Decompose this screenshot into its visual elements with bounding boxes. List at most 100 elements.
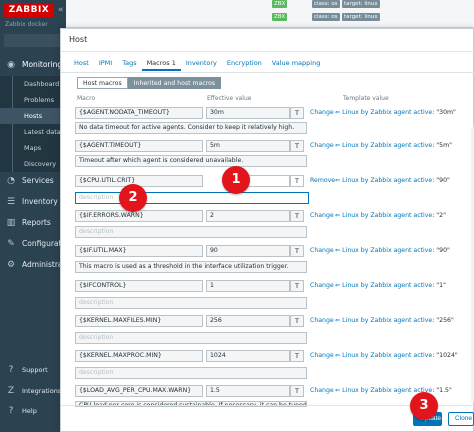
submenu-problems[interactable]: Problems: [0, 92, 66, 108]
config-icon: ✎: [7, 239, 15, 249]
macro-description-field[interactable]: description: [75, 332, 307, 344]
column-header-macro: Macro: [77, 95, 96, 102]
macro-value-field[interactable]: 30m: [206, 107, 290, 119]
template-value: ⇐ Linux by Zabbix agent active: "2": [335, 212, 446, 219]
macro-type-button[interactable]: T: [290, 280, 304, 292]
column-header-template-value: Template value: [343, 95, 389, 102]
macro-name-field[interactable]: {$AGENT.NODATA_TIMEOUT}: [75, 107, 203, 119]
menu-help[interactable]: ? Help: [0, 404, 66, 418]
macro-value-field[interactable]: 5m: [206, 140, 290, 152]
app-root: ZABBIX « Zabbix docker ◉ Monitoring Dash…: [0, 0, 474, 432]
submenu-discovery[interactable]: Discovery: [0, 156, 66, 172]
macro-description-input[interactable]: description: [75, 192, 309, 204]
macro-name-field[interactable]: {$IF.ERRORS.WARN}: [75, 210, 203, 222]
inventory-icon: ☰: [6, 197, 16, 207]
server-name: Zabbix docker: [5, 21, 48, 28]
menu-support[interactable]: ? Support: [0, 363, 66, 377]
macro-description-field[interactable]: No data timeout for active agents. Consi…: [75, 122, 307, 134]
tab-tags[interactable]: Tags: [117, 55, 141, 71]
macro-description-field[interactable]: description: [75, 297, 307, 309]
menu-inventory[interactable]: ☰ Inventory: [0, 195, 66, 209]
change-button[interactable]: Change: [310, 212, 334, 219]
tab-value-mapping[interactable]: Value mapping: [267, 55, 326, 71]
macro-type-button[interactable]: T: [290, 385, 304, 397]
help-icon: ?: [8, 406, 14, 416]
menu-reports[interactable]: ▥ Reports: [0, 216, 66, 230]
macro-value-field[interactable]: 90: [206, 245, 290, 257]
tab-encryption[interactable]: Encryption: [222, 55, 267, 71]
menu-integrations[interactable]: Z Integrations: [0, 384, 66, 398]
template-link[interactable]: Linux by Zabbix agent active: [342, 247, 432, 254]
macro-name-field[interactable]: {$KERNEL.MAXPROC.MIN}: [75, 350, 203, 362]
tab-ipmi[interactable]: IPMI: [94, 55, 117, 71]
macro-type-button[interactable]: T: [290, 315, 304, 327]
inherited-macros-button[interactable]: Inherited and host macros: [127, 77, 222, 89]
template-link[interactable]: Linux by Zabbix agent active: [342, 109, 432, 116]
macro-type-button[interactable]: T: [290, 245, 304, 257]
host-macros-button[interactable]: Host macros: [77, 77, 128, 89]
change-button[interactable]: Change: [310, 247, 334, 254]
macro-name-field[interactable]: {$IFCONTROL}: [75, 280, 203, 292]
column-header-effective-value: Effective value: [207, 95, 252, 102]
change-button[interactable]: Change: [310, 317, 334, 324]
macro-type-button[interactable]: T: [290, 140, 304, 152]
template-link[interactable]: Linux by Zabbix agent active: [342, 282, 432, 289]
menu-administration[interactable]: ⚙ Administra: [0, 258, 66, 272]
macro-type-button[interactable]: T: [290, 210, 304, 222]
remove-button[interactable]: Remove: [310, 177, 335, 184]
macro-description-field[interactable]: Timeout after which agent is considered …: [75, 155, 307, 167]
macro-name-field[interactable]: {$KERNEL.MAXFILES.MIN}: [75, 315, 203, 327]
submenu-maps[interactable]: Maps: [0, 140, 66, 156]
template-value: ⇐ Linux by Zabbix agent active: "5m": [335, 142, 452, 149]
macro-value-field[interactable]: 1.5: [206, 385, 290, 397]
change-button[interactable]: Change: [310, 387, 334, 394]
macro-type-button[interactable]: T: [290, 107, 304, 119]
submenu-dashboard[interactable]: Dashboard: [0, 76, 66, 92]
template-value-text: "256": [436, 317, 454, 324]
submenu-hosts[interactable]: Hosts: [0, 108, 66, 124]
tab-inventory[interactable]: Inventory: [181, 55, 222, 71]
template-value: ⇐ Linux by Zabbix agent active: "90": [335, 247, 450, 254]
integrations-icon: Z: [7, 386, 15, 396]
menu-services[interactable]: ◔ Services: [0, 174, 66, 188]
template-value-text: "2": [436, 212, 446, 219]
macro-description-field[interactable]: This macro is used as a threshold in the…: [75, 261, 307, 273]
dialog-header-divider: [61, 51, 474, 52]
template-value-text: "1.5": [436, 387, 452, 394]
macro-type-button[interactable]: T: [290, 350, 304, 362]
change-button[interactable]: Change: [310, 352, 334, 359]
change-button[interactable]: Change: [310, 282, 334, 289]
macro-type-button[interactable]: T: [290, 175, 304, 187]
template-value: ⇐ Linux by Zabbix agent active: "30m": [335, 109, 456, 116]
template-link[interactable]: Linux by Zabbix agent active: [342, 142, 432, 149]
template-link[interactable]: Linux by Zabbix agent active: [342, 212, 432, 219]
zabbix-logo[interactable]: ZABBIX: [4, 3, 54, 18]
change-button[interactable]: Change: [310, 142, 334, 149]
macro-description-field[interactable]: CPU load per core is considered sustaina…: [75, 401, 307, 407]
macro-value-field[interactable]: 256: [206, 315, 290, 327]
zbx-availability-badge: ZBX: [272, 13, 288, 21]
tab-macros[interactable]: Macros 1: [141, 55, 181, 71]
submenu-latest-data[interactable]: Latest data: [0, 124, 66, 140]
change-button[interactable]: Change: [310, 109, 334, 116]
template-link[interactable]: Linux by Zabbix agent active: [342, 352, 432, 359]
macro-description-field[interactable]: description: [75, 226, 307, 238]
reports-icon: ▥: [6, 218, 16, 228]
macro-value-field[interactable]: 1: [206, 280, 290, 292]
tab-host[interactable]: Host: [69, 55, 94, 71]
sidebar-search-input[interactable]: [4, 34, 62, 47]
clone-button[interactable]: Clone: [448, 412, 474, 426]
tag-target-linux: target: linux: [342, 0, 380, 8]
template-link[interactable]: Linux by Zabbix agent active: [342, 177, 432, 184]
macro-name-field[interactable]: {$LOAD_AVG_PER_CPU.MAX.WARN}: [75, 385, 203, 397]
macro-value-field[interactable]: 1024: [206, 350, 290, 362]
menu-configuration[interactable]: ✎ Configurat: [0, 237, 66, 251]
menu-monitoring[interactable]: ◉ Monitoring: [0, 58, 66, 72]
template-link[interactable]: Linux by Zabbix agent active: [342, 317, 432, 324]
macro-description-field[interactable]: description: [75, 367, 307, 379]
macro-name-field[interactable]: {$AGENT.TIMEOUT}: [75, 140, 203, 152]
macro-name-field[interactable]: {$IF.UTIL.MAX}: [75, 245, 203, 257]
menu-help-label: Help: [22, 407, 37, 415]
collapse-sidebar-icon[interactable]: «: [58, 5, 64, 15]
macro-value-field[interactable]: 2: [206, 210, 290, 222]
